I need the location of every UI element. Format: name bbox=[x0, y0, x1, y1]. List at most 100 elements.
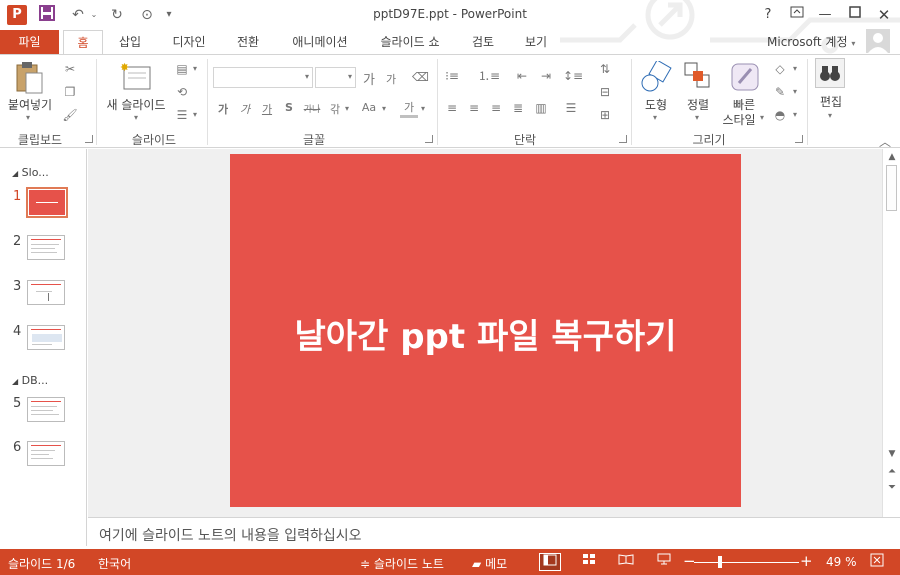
tab-animations[interactable]: 애니메이션 bbox=[284, 32, 356, 55]
line-spacing-icon[interactable]: ↕≡ bbox=[563, 68, 583, 84]
language-indicator[interactable]: 한국어 bbox=[98, 555, 131, 572]
zoom-percent[interactable]: 49 % bbox=[826, 555, 857, 569]
quick-styles-dropdown-icon[interactable]: ▾ bbox=[760, 113, 764, 122]
drawing-launcher-icon[interactable] bbox=[795, 135, 803, 143]
font-color-dropdown-icon[interactable]: ▾ bbox=[421, 104, 425, 113]
ribbon-display-options-button[interactable] bbox=[787, 6, 807, 24]
close-button[interactable]: ✕ bbox=[874, 6, 894, 24]
section-icon[interactable]: ☰ bbox=[174, 107, 190, 123]
slide-sorter-view-button[interactable] bbox=[578, 553, 600, 571]
section-header-2[interactable]: ◢ DB... bbox=[12, 374, 48, 387]
columns-icon[interactable]: ▥ bbox=[533, 100, 549, 116]
notes-toggle-button[interactable]: ≑ 슬라이드 노트 bbox=[360, 555, 444, 572]
copy-icon[interactable]: ❐ bbox=[62, 84, 78, 100]
fit-slide-icon[interactable] bbox=[866, 553, 888, 571]
layout-dropdown-icon[interactable]: ▾ bbox=[193, 64, 197, 73]
new-slide-icon[interactable]: ✸ bbox=[118, 61, 154, 95]
quick-styles-icon[interactable] bbox=[729, 61, 761, 93]
paste-icon[interactable] bbox=[8, 61, 50, 99]
slide-thumbnail-1[interactable] bbox=[26, 187, 68, 218]
paragraph-launcher-icon[interactable] bbox=[619, 135, 627, 143]
scroll-up-icon[interactable]: ▲ bbox=[883, 152, 900, 162]
strikethrough-button[interactable]: 가나 bbox=[300, 102, 324, 115]
font-color-button[interactable]: 가 bbox=[400, 99, 418, 118]
smartart-icon[interactable]: ⊞ bbox=[597, 107, 613, 123]
outline-dropdown-icon[interactable]: ▾ bbox=[793, 87, 797, 96]
new-slide-dropdown-icon[interactable]: ▾ bbox=[134, 113, 138, 122]
reset-icon[interactable]: ⟲ bbox=[174, 84, 190, 100]
align-right-icon[interactable]: ≡ bbox=[488, 100, 504, 116]
align-center-icon[interactable]: ≡ bbox=[466, 100, 482, 116]
align-text-icon[interactable]: ⊟ bbox=[597, 84, 613, 100]
text-direction-icon[interactable]: ⇅ bbox=[597, 61, 613, 77]
italic-button[interactable]: 가 bbox=[236, 101, 254, 117]
notes-pane[interactable]: 여기에 슬라이드 노트의 내용을 입력하십시오 bbox=[88, 517, 900, 547]
grow-font-button[interactable]: 가 bbox=[360, 69, 378, 88]
font-name-combo[interactable]: ▾ bbox=[213, 67, 313, 88]
section-header-1[interactable]: ◢ Slo... bbox=[12, 166, 49, 179]
bullets-icon[interactable]: ⁝≡ bbox=[444, 68, 460, 84]
format-painter-icon[interactable]: 🖌 bbox=[62, 107, 78, 123]
char-spacing-button[interactable]: 갂 bbox=[326, 101, 344, 117]
fill-dropdown-icon[interactable]: ▾ bbox=[793, 64, 797, 73]
slide-thumbnail-5[interactable] bbox=[27, 397, 65, 422]
shape-effects-icon[interactable]: ◓ bbox=[772, 107, 788, 123]
maximize-button[interactable] bbox=[845, 6, 865, 24]
notes-placeholder[interactable]: 여기에 슬라이드 노트의 내용을 입력하십시오 bbox=[99, 525, 362, 545]
tab-review[interactable]: 검토 bbox=[465, 32, 501, 55]
change-case-button[interactable]: Aa bbox=[358, 101, 380, 114]
slide-title[interactable]: 날아간 ppt 파일 복구하기 bbox=[230, 309, 741, 358]
zoom-out-icon[interactable]: − bbox=[683, 552, 696, 570]
font-size-combo[interactable]: ▾ bbox=[315, 67, 356, 88]
shadow-button[interactable]: S bbox=[280, 101, 298, 114]
shape-outline-icon[interactable]: ✎ bbox=[772, 84, 788, 100]
paste-dropdown-icon[interactable]: ▾ bbox=[26, 113, 30, 122]
arrange-dropdown-icon[interactable]: ▾ bbox=[695, 113, 699, 122]
account-menu[interactable]: Microsoft 계정 ▾ bbox=[767, 33, 855, 50]
shape-fill-icon[interactable]: ◇ bbox=[772, 61, 788, 77]
collapse-ribbon-icon[interactable]: ︿ bbox=[879, 133, 891, 150]
shapes-button[interactable]: 도형 bbox=[638, 96, 674, 113]
font-launcher-icon[interactable] bbox=[425, 135, 433, 143]
cut-icon[interactable]: ✂ bbox=[62, 61, 78, 77]
tab-home[interactable]: 홈 bbox=[63, 30, 103, 55]
comments-button[interactable]: ▰ 메모 bbox=[472, 555, 507, 572]
zoom-in-icon[interactable]: + bbox=[800, 552, 813, 570]
paste-button[interactable]: 붙여넣기 bbox=[6, 96, 54, 113]
bold-button[interactable]: 가 bbox=[214, 101, 232, 117]
scroll-down-icon[interactable]: ▼ bbox=[883, 449, 900, 459]
clipboard-launcher-icon[interactable] bbox=[85, 135, 93, 143]
tab-design[interactable]: 디자인 bbox=[166, 32, 212, 55]
arrange-button[interactable]: 정렬 bbox=[680, 96, 716, 113]
zoom-slider-handle[interactable] bbox=[717, 556, 722, 568]
slide-thumbnail-6[interactable] bbox=[27, 441, 65, 466]
vertical-scrollbar[interactable]: ▲ ▼ ⏶ ⏷ bbox=[882, 149, 900, 517]
zoom-slider[interactable] bbox=[694, 562, 799, 563]
case-dropdown-icon[interactable]: ▾ bbox=[382, 104, 386, 113]
avatar[interactable] bbox=[866, 29, 890, 53]
slideshow-view-button[interactable] bbox=[653, 553, 675, 571]
shapes-dropdown-icon[interactable]: ▾ bbox=[653, 113, 657, 122]
arrange-icon[interactable] bbox=[683, 61, 713, 95]
normal-view-button[interactable] bbox=[539, 553, 561, 571]
slide-thumbnail-2[interactable] bbox=[27, 235, 65, 260]
tab-transitions[interactable]: 전환 bbox=[229, 32, 267, 55]
tab-file[interactable]: 파일 bbox=[0, 30, 59, 55]
slide-thumbnail-4[interactable] bbox=[27, 325, 65, 350]
tab-slideshow[interactable]: 슬라이드 쇼 bbox=[374, 32, 446, 55]
spacing-dropdown-icon[interactable]: ▾ bbox=[345, 104, 349, 113]
current-slide[interactable]: 날아간 ppt 파일 복구하기 bbox=[230, 154, 741, 507]
new-slide-button[interactable]: 새 슬라이드 bbox=[103, 96, 169, 113]
tab-insert[interactable]: 삽입 bbox=[112, 32, 148, 55]
justify-icon[interactable]: ≣ bbox=[510, 100, 526, 116]
editing-dropdown-icon[interactable]: ▾ bbox=[828, 111, 832, 120]
help-button[interactable]: ? bbox=[758, 6, 778, 24]
underline-button[interactable]: 가 bbox=[258, 101, 276, 117]
binoculars-icon[interactable] bbox=[815, 58, 845, 88]
increase-indent-icon[interactable]: ⇥ bbox=[538, 68, 554, 84]
editing-button[interactable]: 편집 bbox=[812, 93, 850, 110]
shapes-icon[interactable] bbox=[640, 59, 672, 95]
layout-icon[interactable]: ▤ bbox=[174, 61, 190, 77]
minimize-button[interactable]: — bbox=[815, 6, 835, 24]
section-dropdown-icon[interactable]: ▾ bbox=[193, 110, 197, 119]
